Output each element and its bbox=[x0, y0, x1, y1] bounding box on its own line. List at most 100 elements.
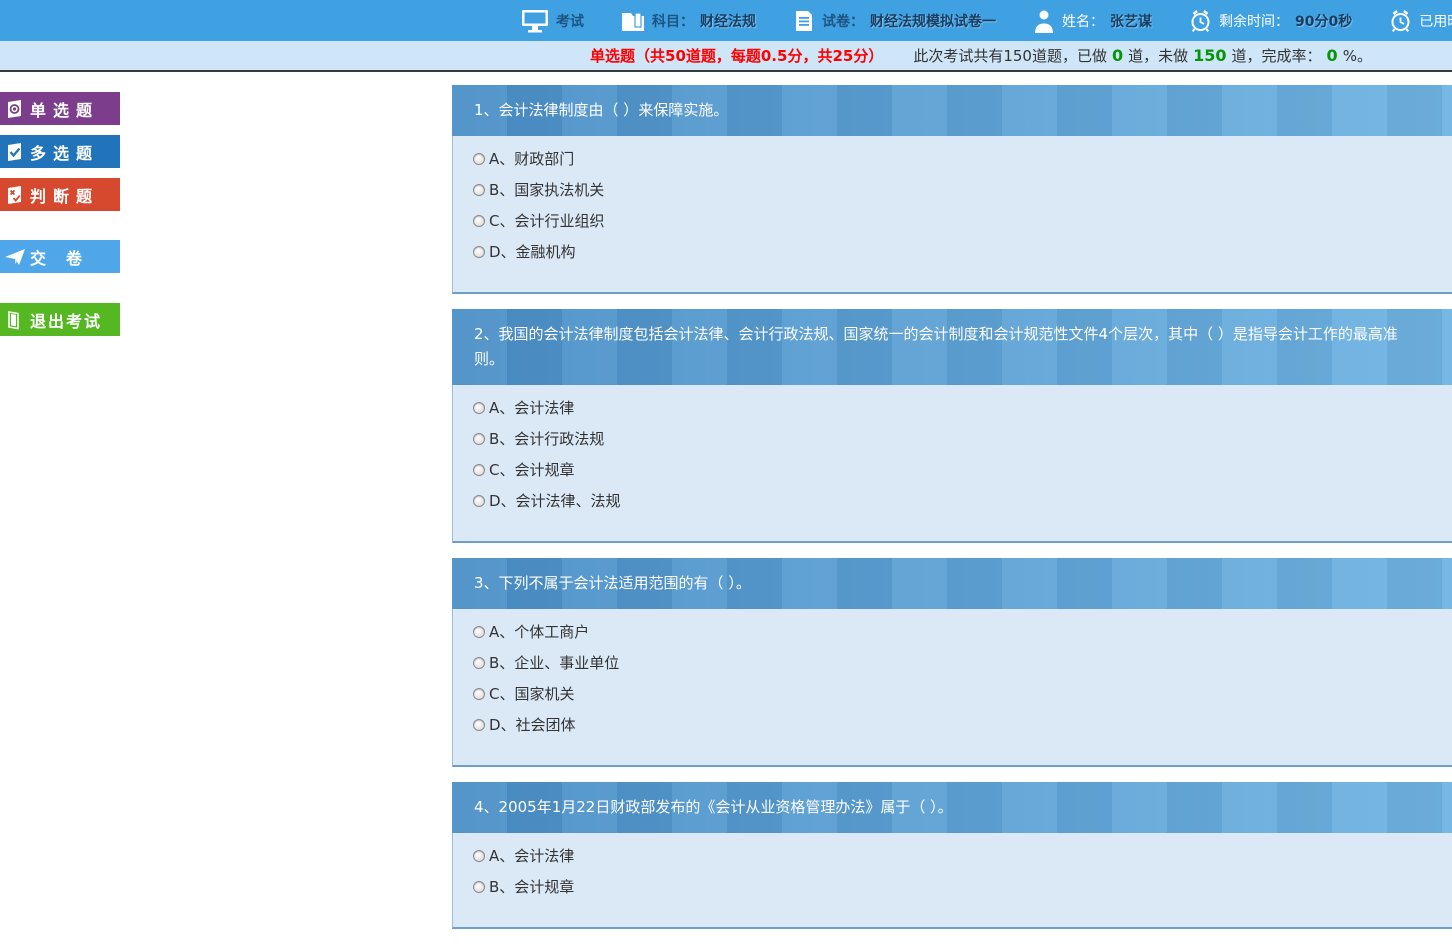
stats-suffix: 道，完成率： bbox=[1232, 47, 1322, 65]
name-label: 姓名： bbox=[1062, 11, 1104, 31]
radio-button[interactable] bbox=[473, 246, 485, 258]
option-label: A、财政部门 bbox=[489, 148, 574, 169]
undone-count: 150 bbox=[1193, 46, 1226, 65]
completion-rate: 0 bbox=[1327, 46, 1338, 65]
option-row[interactable]: D、会计法律、法规 bbox=[473, 485, 1452, 516]
single-choice-label: 单选题 bbox=[30, 97, 99, 121]
option-label: A、会计法律 bbox=[489, 397, 574, 418]
section-summary: 单选题（共50道题，每题0.5分，共25分） bbox=[590, 45, 883, 66]
option-row[interactable]: B、会计行政法规 bbox=[473, 423, 1452, 454]
remaining-time-indicator: 剩余时间： 90分0秒 bbox=[1188, 8, 1352, 34]
subject-label: 科目： bbox=[652, 11, 694, 31]
sidebar-multi-choice-button[interactable]: 多选题 bbox=[0, 135, 120, 168]
option-row[interactable]: C、国家机关 bbox=[473, 678, 1452, 709]
stats-prefix: 此次考试共有150道题，已做 bbox=[913, 47, 1107, 65]
multi-choice-label: 多选题 bbox=[30, 140, 99, 164]
option-row[interactable]: D、社会团体 bbox=[473, 709, 1452, 740]
sidebar-single-choice-button[interactable]: 单选题 bbox=[0, 92, 120, 125]
question-card-3: 3、下列不属于会计法适用范围的有（ ）。 A、个体工商户 B、企业、事业单位 C… bbox=[452, 558, 1452, 767]
option-label: B、会计规章 bbox=[489, 876, 574, 897]
exit-door-icon bbox=[0, 310, 30, 330]
question-4-title: 4、2005年1月22日财政部发布的《会计从业资格管理办法》属于（ ）。 bbox=[452, 782, 1452, 833]
radio-button[interactable] bbox=[473, 495, 485, 507]
question-3-title: 3、下列不属于会计法适用范围的有（ ）。 bbox=[452, 558, 1452, 609]
exit-exam-label: 退出考试 bbox=[30, 308, 102, 332]
stats-end: %。 bbox=[1343, 47, 1372, 65]
exam-indicator: 考试 bbox=[520, 8, 584, 34]
paper-indicator: 试卷： 财经法规模拟试卷一 bbox=[792, 9, 996, 33]
radio-button[interactable] bbox=[473, 850, 485, 862]
name-indicator: 姓名： 张艺谋 bbox=[1032, 8, 1152, 34]
person-icon bbox=[1032, 8, 1056, 34]
checkmark-question-icon bbox=[0, 142, 30, 162]
question-card-4: 4、2005年1月22日财政部发布的《会计从业资格管理办法》属于（ ）。 A、会… bbox=[452, 782, 1452, 929]
radio-button[interactable] bbox=[473, 626, 485, 638]
option-label: A、会计法律 bbox=[489, 845, 574, 866]
document-icon bbox=[792, 9, 816, 33]
radio-button[interactable] bbox=[473, 402, 485, 414]
question-card-1: 1、会计法律制度由（ ）来保障实施。 A、财政部门 B、国家执法机关 C、会计行… bbox=[452, 85, 1452, 294]
name-value: 张艺谋 bbox=[1110, 11, 1152, 31]
folder-icon bbox=[620, 9, 646, 33]
radio-button[interactable] bbox=[473, 657, 485, 669]
radio-button[interactable] bbox=[473, 153, 485, 165]
question-list: 1、会计法律制度由（ ）来保障实施。 A、财政部门 B、国家执法机关 C、会计行… bbox=[452, 85, 1452, 944]
option-label: C、国家机关 bbox=[489, 683, 574, 704]
true-false-question-icon bbox=[0, 185, 30, 205]
radio-button[interactable] bbox=[473, 433, 485, 445]
paper-plane-icon bbox=[0, 247, 30, 267]
paper-label: 试卷： bbox=[822, 11, 864, 31]
question-1-options: A、财政部门 B、国家执法机关 C、会计行业组织 D、金融机构 bbox=[452, 136, 1452, 294]
option-label: D、会计法律、法规 bbox=[489, 490, 621, 511]
radio-question-icon bbox=[0, 99, 30, 119]
done-count: 0 bbox=[1112, 46, 1123, 65]
monitor-icon bbox=[520, 8, 550, 34]
stats-mid: 道，未做 bbox=[1128, 47, 1188, 65]
option-label: B、会计行政法规 bbox=[489, 428, 604, 449]
option-label: D、金融机构 bbox=[489, 241, 576, 262]
alarm-clock-icon bbox=[1388, 8, 1413, 34]
option-row[interactable]: A、个体工商户 bbox=[473, 616, 1452, 647]
radio-button[interactable] bbox=[473, 184, 485, 196]
subject-value: 财经法规 bbox=[700, 11, 756, 31]
radio-button[interactable] bbox=[473, 881, 485, 893]
exam-progress-text: 此次考试共有150道题，已做 0 道，未做 150 道，完成率： 0 %。 bbox=[913, 45, 1372, 66]
subject-indicator: 科目： 财经法规 bbox=[620, 9, 756, 33]
question-2-title: 2、我国的会计法律制度包括会计法律、会计行政法规、国家统一的会计制度和会计规范性… bbox=[452, 309, 1452, 385]
radio-button[interactable] bbox=[473, 688, 485, 700]
top-navigation-bar: 考试 科目： 财经法规 试卷： 财经法规模拟试卷一 姓名： 张艺谋 bbox=[0, 0, 1452, 41]
question-3-options: A、个体工商户 B、企业、事业单位 C、国家机关 D、社会团体 bbox=[452, 609, 1452, 767]
option-row[interactable]: A、会计法律 bbox=[473, 392, 1452, 423]
sidebar-exit-exam-button[interactable]: 退出考试 bbox=[0, 303, 120, 336]
option-label: C、会计规章 bbox=[489, 459, 574, 480]
question-1-title: 1、会计法律制度由（ ）来保障实施。 bbox=[452, 85, 1452, 136]
question-2-options: A、会计法律 B、会计行政法规 C、会计规章 D、会计法律、法规 bbox=[452, 385, 1452, 543]
remaining-time-value: 90分0秒 bbox=[1295, 11, 1352, 31]
option-row[interactable]: B、会计规章 bbox=[473, 871, 1452, 902]
radio-button[interactable] bbox=[473, 719, 485, 731]
remaining-time-label: 剩余时间： bbox=[1219, 11, 1289, 31]
option-label: A、个体工商户 bbox=[489, 621, 589, 642]
radio-button[interactable] bbox=[473, 215, 485, 227]
radio-button[interactable] bbox=[473, 464, 485, 476]
option-row[interactable]: C、会计规章 bbox=[473, 454, 1452, 485]
elapsed-time-indicator: 已用时间： 0分1秒 bbox=[1388, 8, 1452, 34]
option-row[interactable]: C、会计行业组织 bbox=[473, 205, 1452, 236]
elapsed-time-label: 已用时间： bbox=[1419, 11, 1452, 31]
sidebar-judge-question-button[interactable]: 判断题 bbox=[0, 178, 120, 211]
judge-question-label: 判断题 bbox=[30, 183, 99, 207]
option-label: B、企业、事业单位 bbox=[489, 652, 619, 673]
option-row[interactable]: A、会计法律 bbox=[473, 840, 1452, 871]
option-row[interactable]: A、财政部门 bbox=[473, 143, 1452, 174]
exam-label: 考试 bbox=[556, 11, 584, 31]
option-label: B、国家执法机关 bbox=[489, 179, 604, 200]
exam-stats-bar: 单选题（共50道题，每题0.5分，共25分） 此次考试共有150道题，已做 0 道，… bbox=[0, 41, 1452, 72]
question-4-options: A、会计法律 B、会计规章 bbox=[452, 833, 1452, 929]
option-label: D、社会团体 bbox=[489, 714, 576, 735]
question-card-2: 2、我国的会计法律制度包括会计法律、会计行政法规、国家统一的会计制度和会计规范性… bbox=[452, 309, 1452, 543]
option-row[interactable]: B、企业、事业单位 bbox=[473, 647, 1452, 678]
sidebar-submit-paper-button[interactable]: 交卷 bbox=[0, 240, 120, 273]
option-row[interactable]: D、金融机构 bbox=[473, 236, 1452, 267]
paper-value: 财经法规模拟试卷一 bbox=[870, 11, 996, 31]
option-row[interactable]: B、国家执法机关 bbox=[473, 174, 1452, 205]
